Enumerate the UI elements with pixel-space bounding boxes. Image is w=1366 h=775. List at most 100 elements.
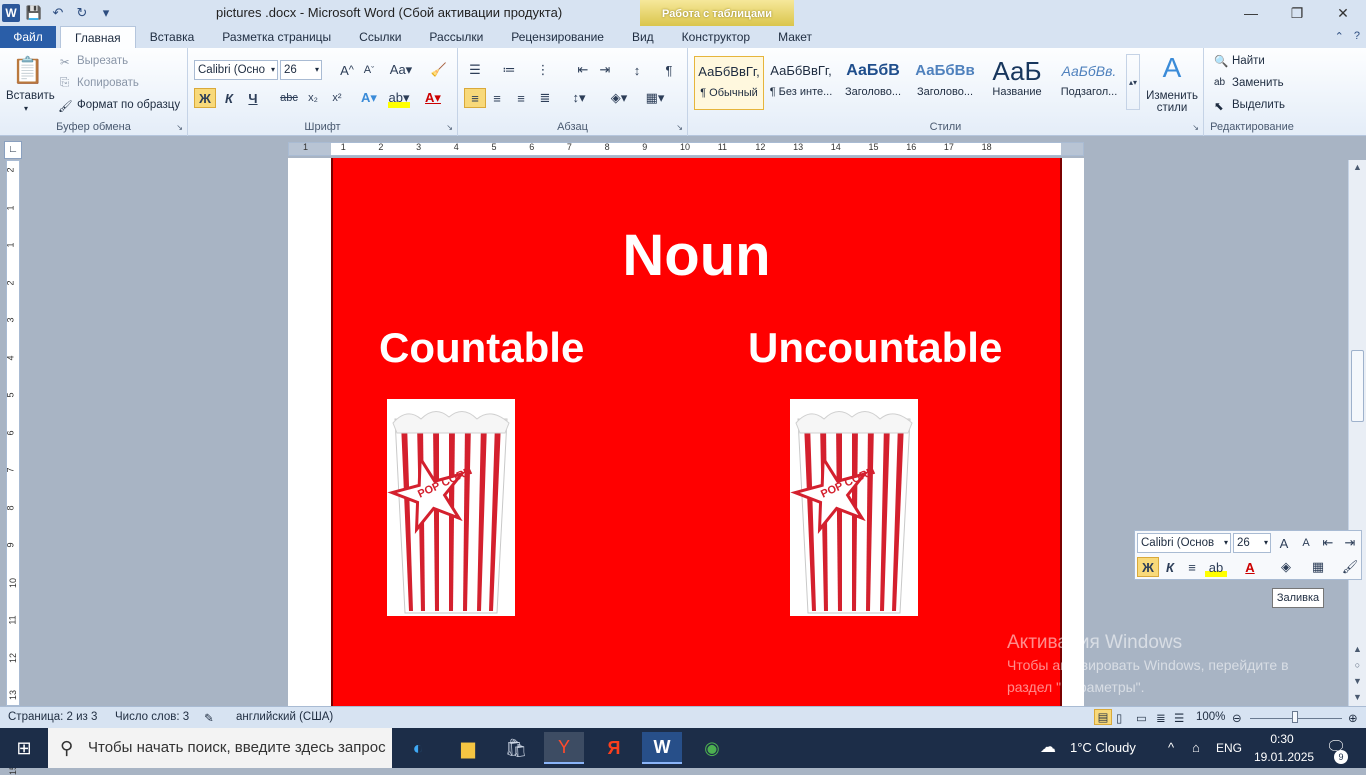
styles-scroll-icon[interactable]: ▴▾: [1126, 54, 1140, 110]
zoom-out-icon[interactable]: ⊖: [1232, 711, 1242, 725]
mini-format-painter-icon[interactable]: 🖌: [1339, 557, 1361, 577]
customize-qat-icon[interactable]: ▾: [96, 3, 116, 23]
restore-button[interactable]: ❐: [1274, 0, 1320, 26]
replace-icon[interactable]: ab: [1214, 77, 1225, 88]
tab-design[interactable]: Конструктор: [668, 26, 764, 48]
increase-indent-icon[interactable]: ⇥: [594, 60, 616, 80]
tab-insert[interactable]: Вставка: [136, 26, 209, 48]
popcorn-image-left[interactable]: POP CORN: [387, 399, 515, 616]
shading-icon[interactable]: ◈▾: [608, 88, 630, 108]
mini-size-combo[interactable]: 26 ▾: [1233, 533, 1271, 553]
style-heading1[interactable]: АаБбВ Заголово...: [838, 56, 908, 110]
subscript-button[interactable]: x₂: [302, 88, 324, 108]
tab-mailings[interactable]: Рассылки: [415, 26, 497, 48]
undo-icon[interactable]: ↶: [48, 3, 68, 23]
store-icon[interactable]: 🛍: [496, 732, 536, 764]
tab-review[interactable]: Рецензирование: [497, 26, 618, 48]
clipboard-launcher-icon[interactable]: ↘: [176, 123, 183, 132]
borders-icon[interactable]: ▦▾: [644, 88, 666, 108]
uncountable-label[interactable]: Uncountable: [748, 324, 1002, 372]
mini-shrink-font-icon[interactable]: A: [1295, 533, 1317, 553]
font-size-combo[interactable]: 26 ▾: [280, 60, 322, 80]
underline-button[interactable]: Ч: [242, 88, 264, 108]
help-icon[interactable]: ?: [1354, 30, 1360, 43]
align-right-icon[interactable]: ≡: [510, 88, 532, 108]
styles-launcher-icon[interactable]: ↘: [1192, 123, 1199, 132]
change-styles-icon[interactable]: A: [1156, 52, 1188, 84]
style-normal[interactable]: АаБбВвГг, ¶ Обычный: [694, 56, 764, 110]
red-table-cell[interactable]: Noun Countable Uncountable POP CORN POP …: [331, 158, 1062, 708]
save-icon[interactable]: 💾: [24, 3, 44, 23]
close-button[interactable]: ✕: [1320, 0, 1366, 26]
outline-view-icon[interactable]: ≣: [1156, 711, 1166, 725]
scrollbar-thumb[interactable]: [1351, 350, 1364, 422]
cut-button[interactable]: Вырезать: [77, 55, 128, 67]
replace-button[interactable]: Заменить: [1232, 77, 1284, 89]
full-screen-view-icon[interactable]: ▯: [1116, 711, 1122, 725]
justify-icon[interactable]: ≣: [534, 88, 556, 108]
page-count[interactable]: Страница: 2 из 3: [8, 711, 97, 723]
paragraph-launcher-icon[interactable]: ↘: [676, 123, 683, 132]
find-button[interactable]: Найти: [1232, 55, 1265, 67]
zoom-slider-thumb[interactable]: [1292, 711, 1298, 723]
word-taskbar-icon[interactable]: W: [642, 732, 682, 764]
mini-borders-icon[interactable]: ▦: [1307, 557, 1329, 577]
tab-references[interactable]: Ссылки: [345, 26, 415, 48]
web-layout-view-icon[interactable]: ▭: [1136, 711, 1147, 725]
prev-page-icon[interactable]: ▲: [1349, 644, 1366, 654]
scroll-up-icon[interactable]: ▲: [1349, 162, 1366, 172]
popcorn-image-right[interactable]: POP CORN: [790, 399, 918, 616]
strikethrough-button[interactable]: abc: [278, 88, 300, 108]
redo-icon[interactable]: ↻: [72, 3, 92, 23]
mini-bold-button[interactable]: Ж: [1137, 557, 1159, 577]
mini-highlight-icon[interactable]: ab: [1205, 557, 1227, 577]
font-color-icon[interactable]: A▾: [422, 88, 444, 108]
align-left-icon[interactable]: ≡: [464, 88, 486, 108]
mini-center-icon[interactable]: ≡: [1181, 557, 1203, 577]
line-spacing-icon[interactable]: ↕▾: [568, 88, 590, 108]
copy-button[interactable]: Копировать: [77, 77, 139, 89]
bold-button[interactable]: Ж: [194, 88, 216, 108]
weather-text[interactable]: 1°C Cloudy: [1070, 728, 1136, 768]
countable-label[interactable]: Countable: [379, 324, 584, 372]
draft-view-icon[interactable]: ☰: [1174, 711, 1184, 725]
edge-icon[interactable]: ◐: [398, 732, 438, 764]
minimize-button[interactable]: —: [1228, 0, 1274, 26]
change-case-icon[interactable]: Aa▾: [390, 60, 412, 80]
network-icon[interactable]: ⌂: [1192, 728, 1200, 768]
windows-start-icon[interactable]: ⊞: [4, 732, 44, 764]
change-styles-button[interactable]: Изменить стили: [1144, 90, 1200, 114]
paste-button[interactable]: Вставить: [6, 90, 55, 102]
tray-chevron-icon[interactable]: ^: [1168, 728, 1174, 768]
italic-button[interactable]: К: [218, 88, 240, 108]
mini-increase-indent-icon[interactable]: ⇥: [1339, 533, 1361, 553]
select-icon[interactable]: ⬉: [1214, 99, 1224, 113]
print-layout-view-icon[interactable]: ▤: [1094, 709, 1112, 725]
shrink-font-icon[interactable]: Aˇ: [358, 60, 380, 80]
input-language[interactable]: ENG: [1216, 728, 1242, 768]
find-icon[interactable]: 🔍: [1214, 54, 1228, 68]
clear-formatting-icon[interactable]: 🧹: [428, 60, 450, 80]
sort-icon[interactable]: ↕: [626, 60, 648, 80]
format-painter-button[interactable]: Формат по образцу: [77, 99, 180, 111]
format-painter-icon[interactable]: 🖌: [58, 99, 73, 113]
paste-dropdown-icon[interactable]: ▾: [24, 104, 28, 113]
vertical-scrollbar[interactable]: ▲ ▲ ○ ▼ ▼: [1348, 160, 1366, 706]
grow-font-icon[interactable]: A ^: [336, 60, 358, 80]
numbering-icon[interactable]: ≔: [498, 60, 520, 80]
tab-selector-icon[interactable]: ∟: [4, 141, 22, 159]
next-page-icon[interactable]: ▼: [1349, 676, 1366, 686]
yandex-browser-icon[interactable]: Y: [544, 732, 584, 764]
decrease-indent-icon[interactable]: ⇤: [572, 60, 594, 80]
multilevel-list-icon[interactable]: ⋮: [532, 60, 554, 80]
mini-shading-icon[interactable]: ◈: [1275, 557, 1297, 577]
browse-object-icon[interactable]: ○: [1349, 660, 1366, 670]
weather-cloud-icon[interactable]: ☁: [1040, 728, 1056, 768]
style-subtitle[interactable]: АаБбВв. Подзагол...: [1054, 56, 1124, 110]
mini-decrease-indent-icon[interactable]: ⇤: [1317, 533, 1339, 553]
scroll-down-icon[interactable]: ▼: [1349, 692, 1366, 702]
tab-view[interactable]: Вид: [618, 26, 668, 48]
tab-layout[interactable]: Макет: [764, 26, 826, 48]
tab-file[interactable]: Файл: [0, 26, 56, 48]
cut-icon[interactable]: ✂: [60, 55, 70, 69]
